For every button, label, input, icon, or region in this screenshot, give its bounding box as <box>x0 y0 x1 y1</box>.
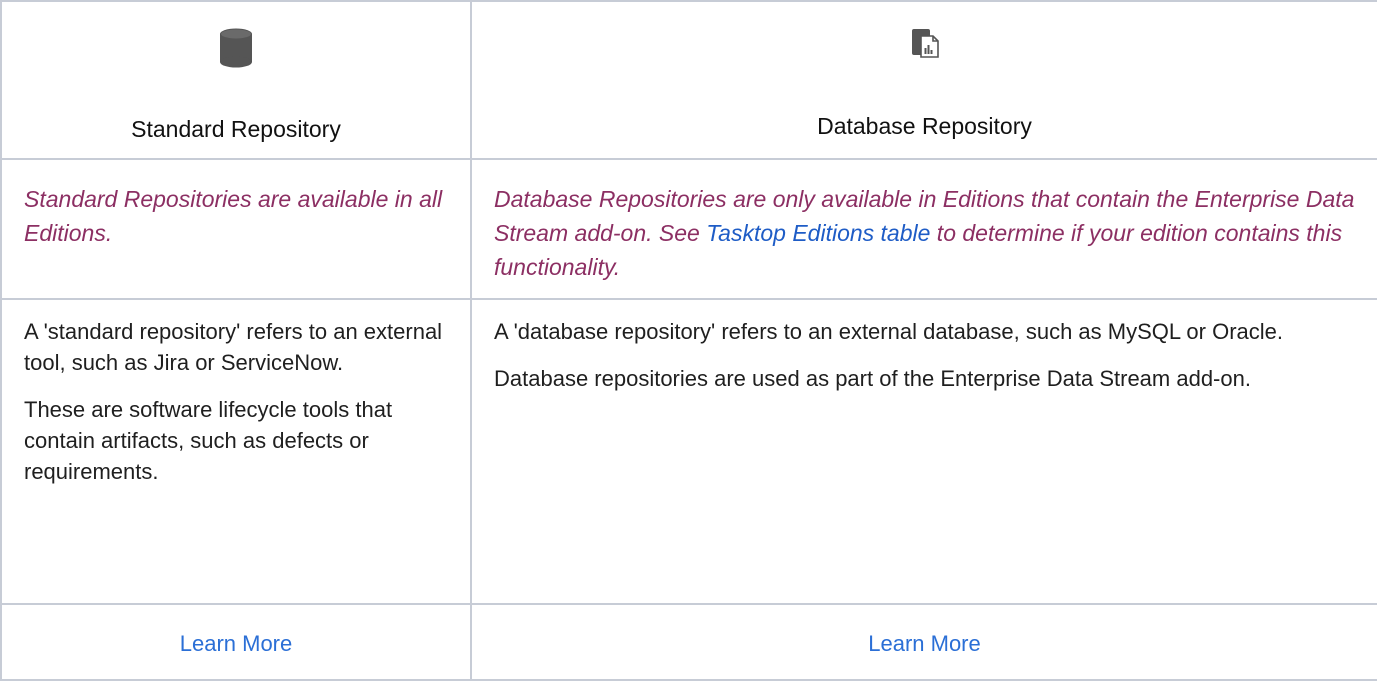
standard-learn-more-link[interactable]: Learn More <box>180 631 293 657</box>
database-repository-title: Database Repository <box>817 113 1032 139</box>
standard-availability-text: Standard Repositories are available in a… <box>24 186 443 246</box>
standard-learn-more-cell: Learn More <box>0 605 472 681</box>
database-learn-more-link[interactable]: Learn More <box>868 631 981 657</box>
repository-comparison-table: Standard Repository Database Repository … <box>0 0 1377 681</box>
standard-description-paragraph-1: A 'standard repository' refers to an ext… <box>24 319 443 375</box>
standard-description-paragraph-2: These are software lifecycle tools that … <box>24 397 393 484</box>
database-description: A 'database repository' refers to an ext… <box>472 300 1377 605</box>
standard-repository-title: Standard Repository <box>131 116 341 142</box>
database-availability-note: Database Repositories are only available… <box>472 160 1377 300</box>
database-learn-more-cell: Learn More <box>472 605 1377 681</box>
database-report-icon <box>911 28 939 63</box>
tasktop-editions-table-link[interactable]: Tasktop Editions table <box>706 220 930 246</box>
database-cylinder-icon <box>219 28 253 73</box>
standard-repository-header: Standard Repository <box>0 0 472 160</box>
standard-description: A 'standard repository' refers to an ext… <box>0 300 472 605</box>
database-description-paragraph-2: Database repositories are used as part o… <box>494 366 1251 391</box>
standard-availability-note: Standard Repositories are available in a… <box>0 160 472 300</box>
database-description-paragraph-1: A 'database repository' refers to an ext… <box>494 319 1283 344</box>
database-repository-header: Database Repository <box>472 0 1377 160</box>
